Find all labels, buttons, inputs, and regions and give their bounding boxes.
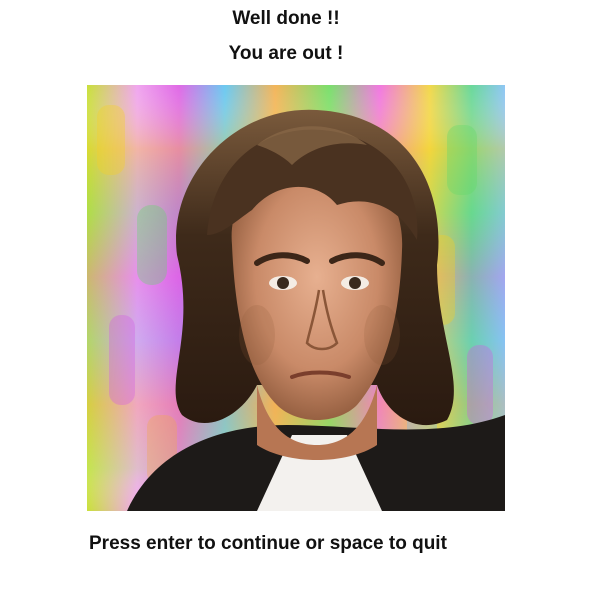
headline-well-done: Well done !! bbox=[232, 8, 340, 29]
portrait-image bbox=[87, 85, 505, 511]
continue-quit-prompt: Press enter to continue or space to quit bbox=[89, 533, 447, 554]
headline-you-are-out: You are out ! bbox=[228, 43, 344, 64]
